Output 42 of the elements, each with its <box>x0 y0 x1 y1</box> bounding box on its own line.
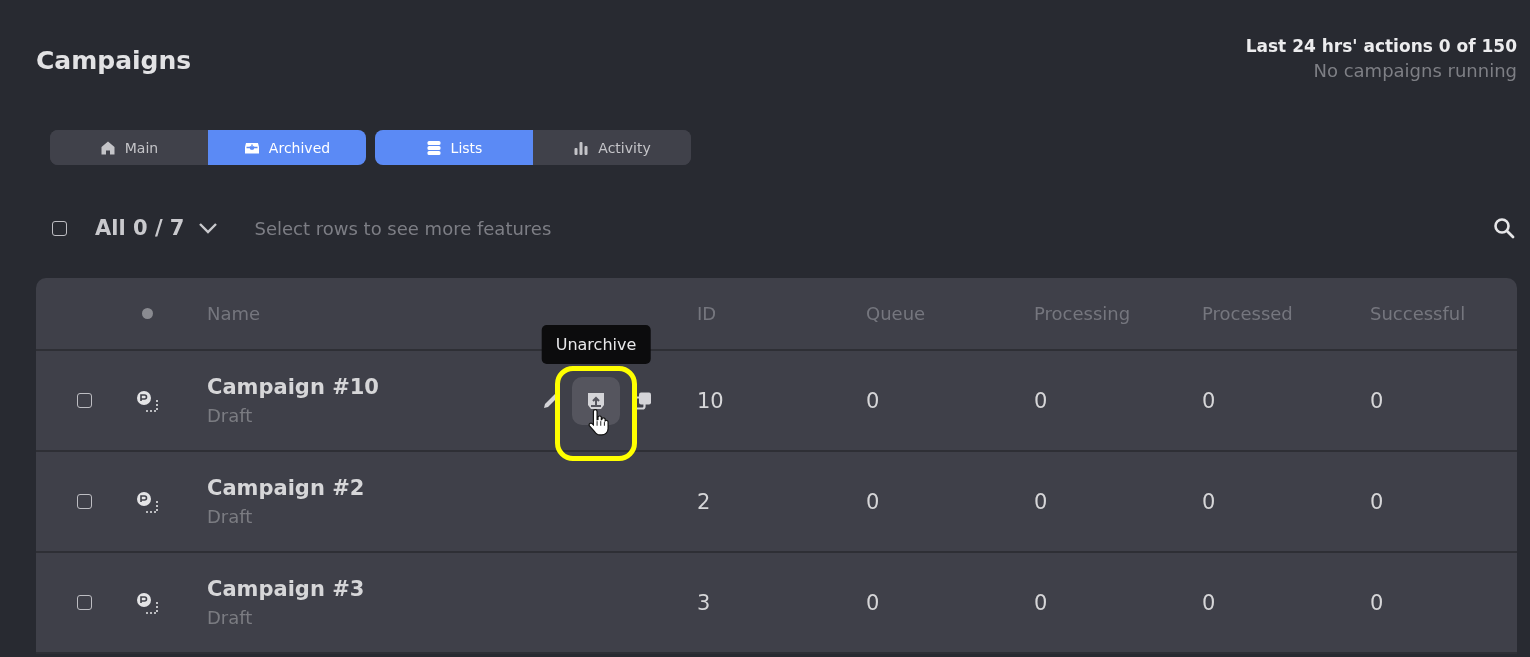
table-cell-text: 3 <box>697 590 712 615</box>
list-icon <box>425 139 442 156</box>
campaign-name[interactable]: Campaign #10 <box>207 375 379 399</box>
draft-status-icon <box>136 490 158 513</box>
table-cell-text: 0 <box>1370 590 1385 615</box>
table-cell-text: 0 <box>1370 489 1385 514</box>
home-icon <box>99 139 116 156</box>
table-cell-text: 0 <box>1034 590 1049 615</box>
table-cell-text: 0 <box>866 590 881 615</box>
table-cell-text: 0 <box>1202 388 1217 413</box>
search-icon[interactable] <box>1493 217 1515 239</box>
unarchive-icon <box>586 390 606 411</box>
checkbox[interactable] <box>76 393 92 408</box>
campaign-name[interactable]: Campaign #2 <box>207 476 365 500</box>
table-cell-text: 0 <box>1202 590 1217 615</box>
checkbox[interactable] <box>52 220 67 236</box>
draft-status-icon <box>136 591 158 614</box>
running-status: No campaigns running <box>1312 60 1517 81</box>
page-title: Campaigns <box>36 46 192 75</box>
table-cell-text: 0 <box>866 388 881 413</box>
table-cell-text: 2 <box>697 489 712 514</box>
campaign-status: Draft <box>207 607 254 628</box>
checkbox[interactable] <box>76 494 92 509</box>
bar-chart-icon <box>573 139 590 156</box>
hand-cursor-icon <box>587 408 609 437</box>
table-cell-text: 0 <box>1034 489 1049 514</box>
table-cell-text: 0 <box>1034 388 1049 413</box>
checkbox[interactable] <box>76 595 92 610</box>
table-cell-text: 0 <box>1370 388 1385 413</box>
chevron-down-icon <box>198 222 219 234</box>
select-dropdown[interactable]: All 0 / 7 <box>95 216 219 240</box>
campaign-status: Draft <box>207 506 254 527</box>
actions-counter: Last 24 hrs' actions 0 of 150 <box>1245 36 1517 56</box>
table-cell-text: 0 <box>866 489 881 514</box>
draft-status-icon <box>136 389 158 412</box>
campaign-status: Draft <box>207 405 254 426</box>
campaign-name[interactable]: Campaign #3 <box>207 577 365 601</box>
tooltip: Unarchive <box>541 324 651 364</box>
table-cell-text: 0 <box>1202 489 1217 514</box>
table-cell-text: 10 <box>697 388 725 413</box>
status-dot-icon <box>141 308 153 319</box>
selection-hint: Select rows to see more features <box>254 217 552 239</box>
